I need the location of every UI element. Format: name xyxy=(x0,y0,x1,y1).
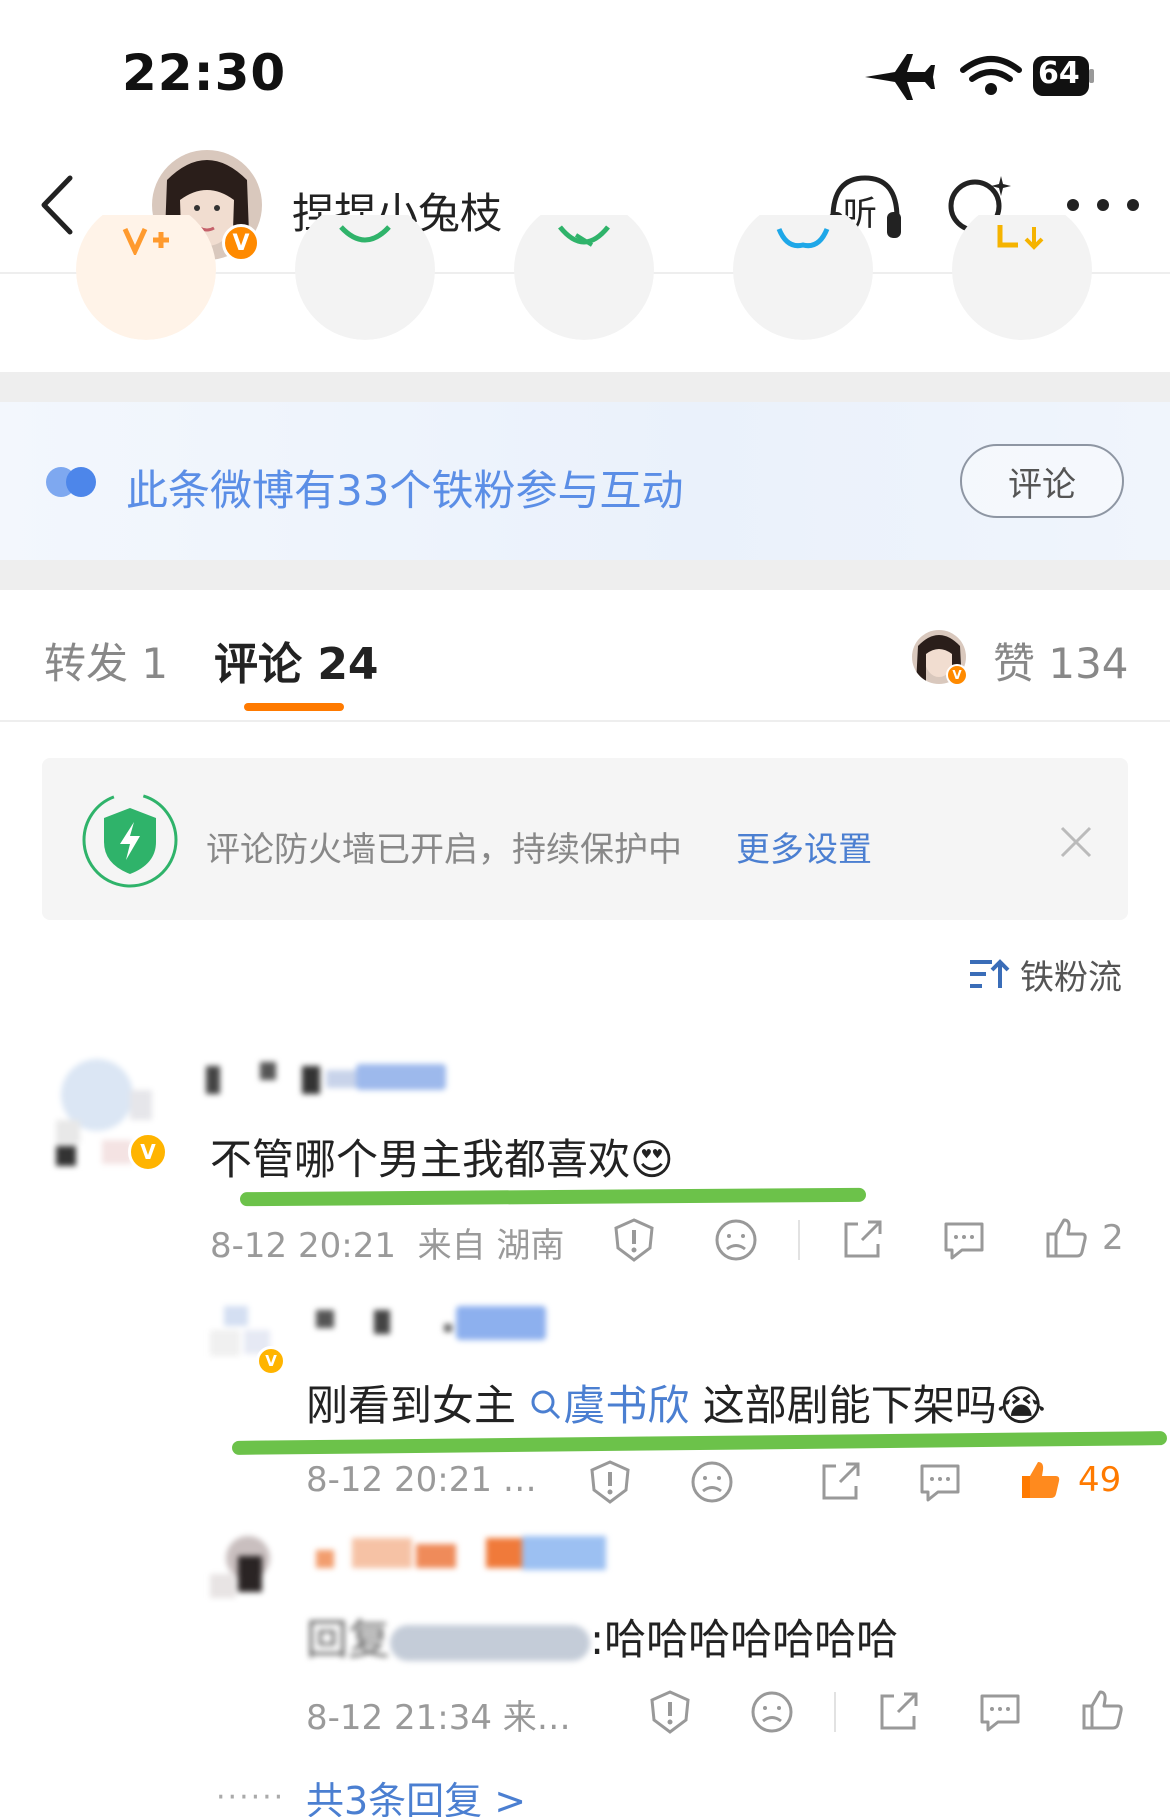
sort-icon xyxy=(970,959,1010,988)
replies-dots: ······ xyxy=(216,1780,286,1815)
reply-author[interactable] xyxy=(316,1534,606,1570)
like-button[interactable] xyxy=(1078,1686,1126,1734)
sort-label: 铁粉流 xyxy=(1020,957,1122,998)
comment-icon xyxy=(944,1222,984,1260)
report-button[interactable] xyxy=(586,1458,634,1506)
verified-badge: V xyxy=(946,664,968,686)
comment-text: 不管哪个男主我都喜欢😍 xyxy=(210,1135,674,1184)
sad-face-icon xyxy=(715,1219,757,1261)
comment-author[interactable] xyxy=(206,1060,446,1096)
fans-icon xyxy=(46,465,100,499)
fans-banner-text: 此条微博有33个铁粉参与互动 xyxy=(126,466,684,515)
report-icon xyxy=(590,1460,630,1504)
highlight-underline xyxy=(239,1187,867,1207)
dislike-button[interactable] xyxy=(688,1458,736,1506)
tab-active-indicator xyxy=(244,703,344,711)
mention-link[interactable]: 虞书欣 xyxy=(529,1381,689,1430)
firewall-settings-link[interactable]: 更多设置 xyxy=(736,822,872,871)
shield-icon xyxy=(80,790,180,890)
section-gap xyxy=(0,560,1170,590)
thumbs-up-icon xyxy=(1082,1690,1123,1730)
verified-badge: V xyxy=(256,1346,286,1376)
v-plus-icon xyxy=(122,227,169,255)
report-icon xyxy=(650,1690,690,1734)
comment-icon xyxy=(980,1694,1020,1732)
section-gap xyxy=(0,372,1170,402)
tab-likes[interactable]: 赞 134 xyxy=(993,630,1129,691)
sort-button[interactable]: 铁粉流 xyxy=(968,952,1122,998)
like-count: 49 xyxy=(1078,1460,1122,1500)
tabs-divider xyxy=(0,720,1170,722)
share-wechat-button[interactable] xyxy=(295,215,435,340)
share-qq-button[interactable] xyxy=(733,215,873,340)
tab-comment[interactable]: 评论 24 xyxy=(214,628,379,692)
share-icon xyxy=(844,1220,882,1258)
share-button[interactable] xyxy=(816,1458,864,1506)
search-icon xyxy=(531,1390,561,1420)
comment-meta: 8-12 21:34 来… xyxy=(306,1698,571,1738)
share-fans-button[interactable] xyxy=(76,215,216,340)
tab-repost[interactable]: 转发 1 xyxy=(44,630,168,691)
like-button-active[interactable] xyxy=(1016,1456,1064,1504)
dislike-button[interactable] xyxy=(748,1688,796,1736)
verified-badge: V xyxy=(128,1132,168,1172)
comment-text: 回复:哈哈哈哈哈哈哈 xyxy=(306,1615,899,1664)
comment-text: 刚看到女主 虞书欣 这部剧能下架吗😭 xyxy=(306,1381,1046,1430)
thumbs-up-icon xyxy=(1046,1218,1087,1258)
comment-meta: 8-12 20:21 … xyxy=(306,1460,537,1500)
share-button[interactable] xyxy=(874,1688,922,1736)
view-replies-link[interactable]: 共3条回复 > xyxy=(306,1770,526,1817)
report-button[interactable] xyxy=(646,1688,694,1736)
share-save-button[interactable] xyxy=(952,215,1092,340)
redacted-name xyxy=(390,1624,591,1661)
reply-author[interactable] xyxy=(316,1304,546,1340)
share-moments-button[interactable] xyxy=(514,215,654,340)
reply-button[interactable] xyxy=(976,1688,1024,1736)
fans-comment-button[interactable]: 评论 xyxy=(960,444,1124,518)
wifi-icon xyxy=(960,56,1022,95)
thumbs-up-icon xyxy=(1022,1462,1060,1498)
download-icon xyxy=(997,225,1044,250)
action-divider xyxy=(834,1692,836,1732)
action-divider xyxy=(798,1220,800,1260)
avatar[interactable] xyxy=(204,1530,284,1610)
share-icon xyxy=(822,1462,860,1500)
status-time: 22:30 xyxy=(122,44,287,102)
heart-eyes-emoji: 😍 xyxy=(630,1135,674,1184)
report-icon xyxy=(614,1218,654,1262)
firewall-text: 评论防火墙已开启，持续保护中 xyxy=(206,830,682,870)
moments-icon xyxy=(558,225,610,247)
qq-icon xyxy=(776,227,830,249)
sad-face-icon xyxy=(691,1461,733,1503)
close-button[interactable] xyxy=(1056,822,1096,862)
reply-button[interactable] xyxy=(940,1216,988,1264)
sad-face-icon xyxy=(751,1691,793,1733)
comment-meta: 8-12 20:21 来自 湖南 xyxy=(210,1226,565,1266)
close-icon xyxy=(1060,826,1092,858)
verified-badge: V xyxy=(222,224,260,262)
highlight-underline xyxy=(231,1431,1168,1455)
like-count: 2 xyxy=(1102,1218,1124,1258)
crying-emoji: 😭 xyxy=(996,1381,1046,1430)
dislike-button[interactable] xyxy=(712,1216,760,1264)
wechat-icon xyxy=(339,225,391,243)
share-icon xyxy=(880,1692,918,1730)
report-button[interactable] xyxy=(610,1216,658,1264)
like-button[interactable] xyxy=(1042,1214,1090,1262)
share-button[interactable] xyxy=(838,1216,886,1264)
comment-icon xyxy=(920,1464,960,1502)
reply-button[interactable] xyxy=(916,1458,964,1506)
battery-level: 64 xyxy=(1038,56,1080,91)
